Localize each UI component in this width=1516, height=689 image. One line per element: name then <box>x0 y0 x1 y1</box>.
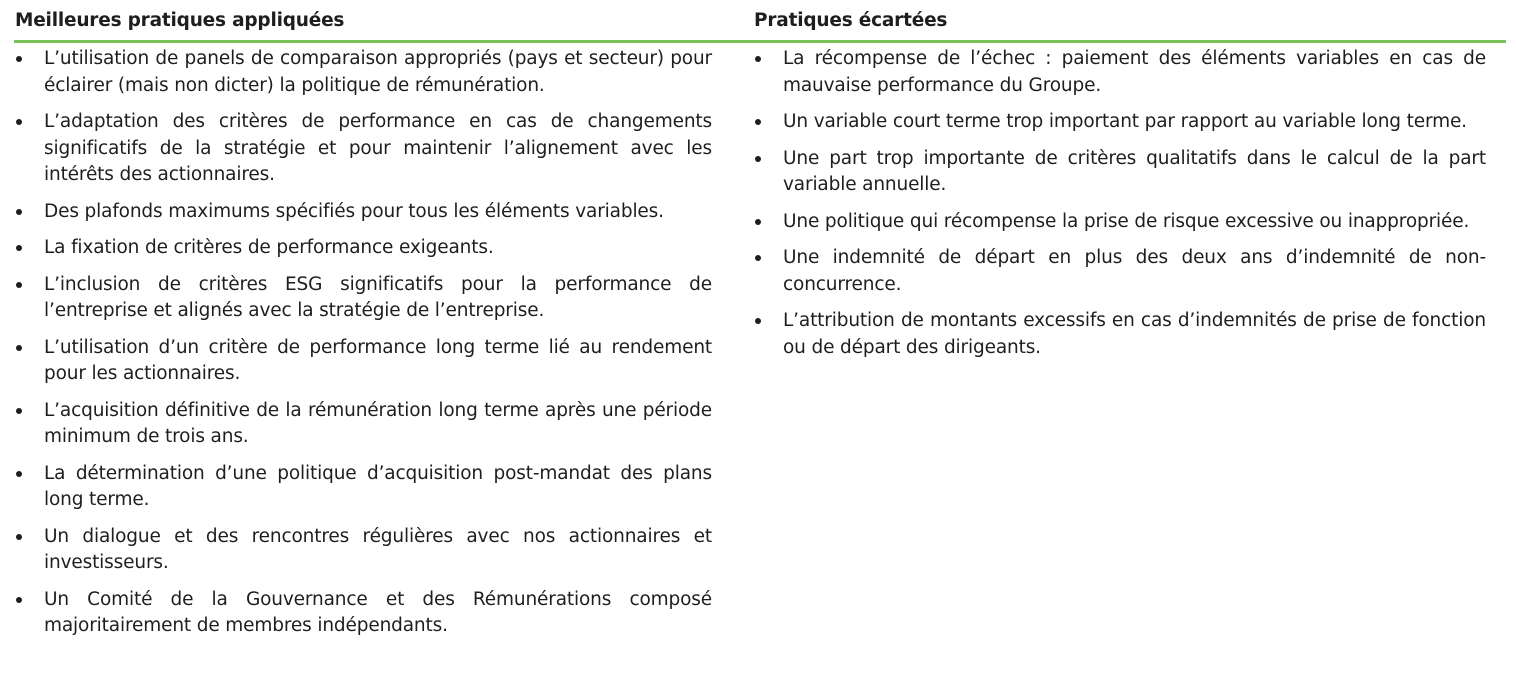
list-item: Une politique qui récompense la prise de… <box>753 209 1486 236</box>
list-item: Un dialogue et des rencontres régulières… <box>14 524 712 577</box>
rejected-practices-list: La récompense de l’échec : paiement des … <box>753 46 1486 371</box>
list-item: L’adaptation des critères de performance… <box>14 109 712 189</box>
bullet-icon <box>16 470 22 477</box>
bullet-icon <box>16 281 22 288</box>
list-item: L’inclusion de critères ESG significatif… <box>14 272 712 325</box>
bullet-icon <box>755 318 761 324</box>
applied-practices-list: L’utilisation de panels de comparaison a… <box>14 46 712 650</box>
list-item: La récompense de l’échec : paiement des … <box>753 46 1486 99</box>
list-item: La fixation de critères de performance e… <box>14 235 712 262</box>
list-item: Un Comité de la Gouvernance et des Rémun… <box>14 587 712 640</box>
bullet-icon <box>755 119 761 125</box>
list-item: L’acquisition définitive de la rémunérat… <box>14 398 712 451</box>
bullet-icon <box>16 208 22 215</box>
bullet-icon <box>755 155 761 162</box>
list-item: Une indemnité de départ en plus des deux… <box>753 245 1486 298</box>
list-item: Une part trop importante de critères qua… <box>753 146 1486 199</box>
list-item: L’attribution de montants excessifs en c… <box>753 308 1486 361</box>
bullet-icon <box>16 56 22 62</box>
left-column-header: Meilleures pratiques appliquées <box>15 10 345 31</box>
bullet-icon <box>16 533 22 540</box>
bullet-icon <box>755 56 761 62</box>
bullet-icon <box>16 344 22 351</box>
bullet-icon <box>16 119 22 125</box>
bullet-icon <box>755 255 761 261</box>
list-item: L’utilisation d’un critère de performanc… <box>14 335 712 388</box>
bullet-icon <box>16 245 22 251</box>
list-item: Un variable court terme trop important p… <box>753 109 1486 136</box>
list-item: La détermination d’une politique d’acqui… <box>14 461 712 514</box>
bullet-icon <box>16 407 22 414</box>
practices-table: Meilleures pratiques appliquées Pratique… <box>14 0 1506 689</box>
list-item: L’utilisation de panels de comparaison a… <box>14 46 712 99</box>
list-item: Des plafonds maximums spécifiés pour tou… <box>14 199 712 226</box>
bullet-icon <box>16 596 22 603</box>
bullet-icon <box>755 218 761 225</box>
table-header-row: Meilleures pratiques appliquées Pratique… <box>14 0 1506 43</box>
right-column-header: Pratiques écartées <box>754 10 948 31</box>
